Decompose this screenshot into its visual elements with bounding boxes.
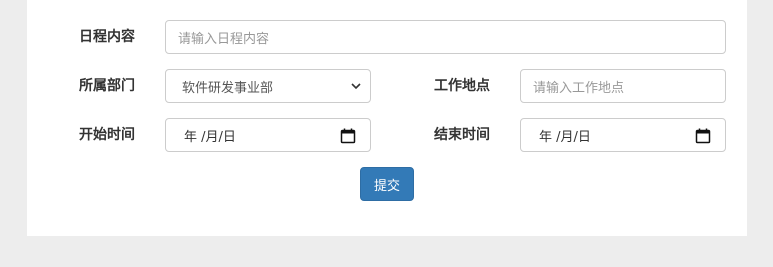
schedule-content-input[interactable]: 请输入日程内容 xyxy=(165,20,726,54)
end-time-label: 结束时间 xyxy=(434,127,490,143)
schedule-content-label: 日程内容 xyxy=(79,29,135,45)
start-time-date-input[interactable]: 年 /月/日 xyxy=(165,118,371,152)
calendar-icon[interactable] xyxy=(695,128,711,144)
department-selected-value: 软件研发事业部 xyxy=(182,80,274,96)
calendar-icon[interactable] xyxy=(340,128,356,144)
end-time-date-input[interactable]: 年 /月/日 xyxy=(520,118,726,152)
department-select[interactable]: 软件研发事业部 xyxy=(165,69,371,103)
end-time-value: 年 /月/日 xyxy=(539,129,591,145)
start-time-value: 年 /月/日 xyxy=(184,129,236,145)
work-location-input[interactable]: 请输入工作地点 xyxy=(520,69,726,103)
submit-button[interactable]: 提交 xyxy=(360,167,414,201)
chevron-down-icon xyxy=(351,83,361,90)
start-time-label: 开始时间 xyxy=(79,127,135,143)
schedule-content-placeholder: 请输入日程内容 xyxy=(178,31,270,47)
work-location-placeholder: 请输入工作地点 xyxy=(533,80,625,96)
work-location-label: 工作地点 xyxy=(434,78,490,94)
department-label: 所属部门 xyxy=(79,78,135,94)
